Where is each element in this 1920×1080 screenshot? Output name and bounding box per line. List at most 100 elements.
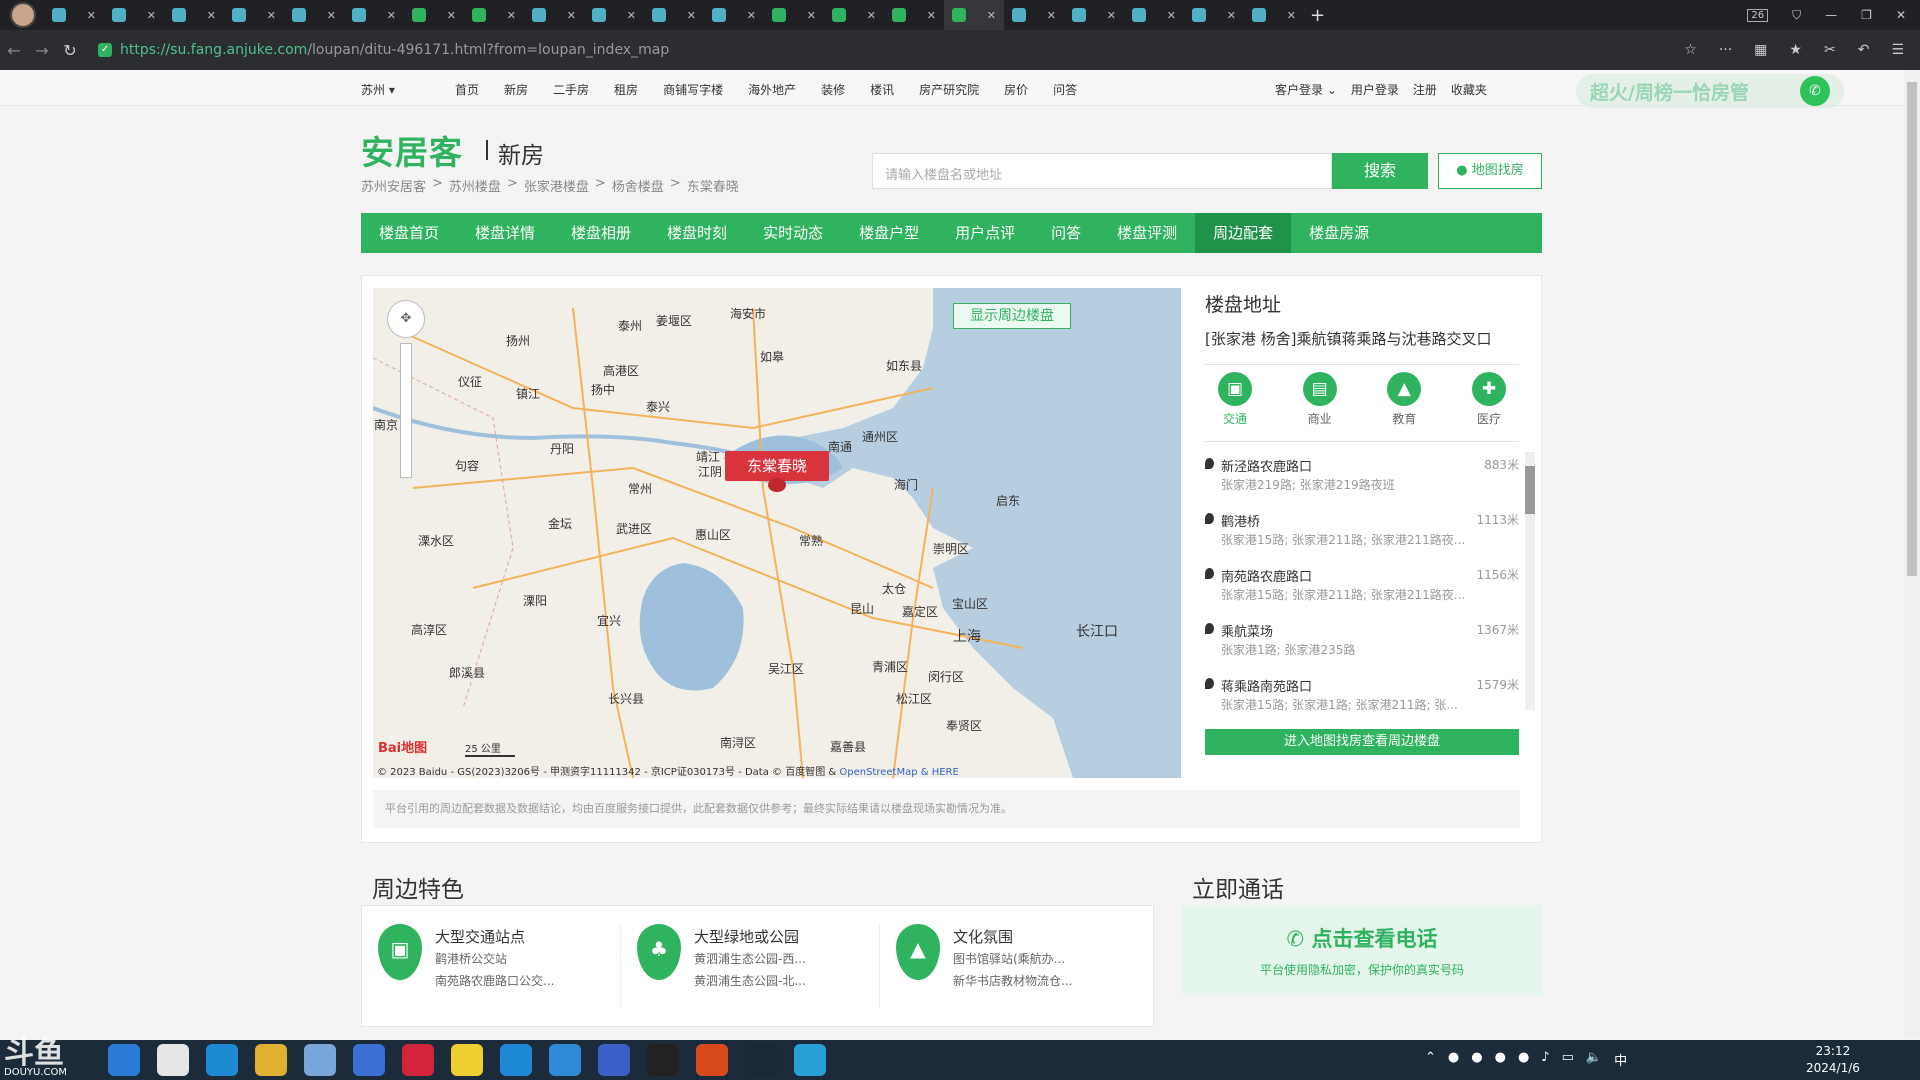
browser-tab[interactable]: ✕	[164, 0, 224, 30]
player-icon[interactable]	[451, 1044, 483, 1076]
close-icon[interactable]: ✕	[327, 9, 336, 22]
search-button[interactable]: 搜索	[1332, 153, 1428, 189]
top-nav-link[interactable]: 装修	[821, 81, 845, 98]
tray-app-icon[interactable]: ●	[1471, 1050, 1482, 1069]
breadcrumb-item[interactable]: 杨舍楼盘	[612, 176, 664, 195]
top-nav-link[interactable]: 海外地产	[748, 81, 796, 98]
close-window-icon[interactable]: ✕	[1896, 8, 1906, 22]
close-icon[interactable]: ✕	[567, 9, 576, 22]
map-find-button[interactable]: ● 地图找房	[1438, 153, 1542, 189]
minimize-icon[interactable]: —	[1825, 8, 1837, 22]
browser-tab[interactable]: ✕	[644, 0, 704, 30]
tab-property-moments[interactable]: 楼盘时刻	[649, 213, 745, 253]
close-icon[interactable]: ✕	[1107, 9, 1116, 22]
ime-indicator[interactable]: 中	[1614, 1050, 1627, 1069]
feature-card[interactable]: ▣ 大型交通站点 鹳港桥公交站 南苑路农鹿路口公交...	[362, 924, 621, 1008]
browser-tab[interactable]: ✕	[284, 0, 344, 30]
close-icon[interactable]: ✕	[927, 9, 936, 22]
microphone-icon[interactable]: ♪	[1541, 1050, 1549, 1069]
list-item[interactable]: 蒋乘路南苑路口 1579米 张家港15路; 张家港1路; 张家港211路; 张.…	[1205, 672, 1519, 714]
browser-tab[interactable]: ✕	[764, 0, 824, 30]
close-icon[interactable]: ✕	[807, 9, 816, 22]
close-icon[interactable]: ✕	[747, 9, 756, 22]
edge-icon[interactable]	[206, 1044, 238, 1076]
copyright-links[interactable]: OpenStreetMap & HERE	[839, 767, 958, 778]
city-selector[interactable]: 苏州 ▾	[361, 81, 395, 98]
notepad-icon[interactable]	[304, 1044, 336, 1076]
profile-avatar[interactable]	[10, 2, 36, 28]
breadcrumb-item[interactable]: 苏州楼盘	[449, 176, 501, 195]
close-icon[interactable]: ✕	[507, 9, 516, 22]
restore-icon[interactable]: ❐	[1861, 8, 1872, 22]
browser-tab[interactable]: ✕	[1124, 0, 1184, 30]
browser-tab[interactable]: ✕	[404, 0, 464, 30]
register-link[interactable]: 注册	[1413, 81, 1437, 98]
chevron-up-icon[interactable]: ⌃	[1425, 1050, 1436, 1069]
close-icon[interactable]: ✕	[447, 9, 456, 22]
reload-icon[interactable]: ↻	[56, 41, 84, 60]
browser-icon[interactable]	[500, 1044, 532, 1076]
show-nearby-button[interactable]: 显示周边楼盘	[953, 303, 1071, 329]
obs-icon[interactable]	[647, 1044, 679, 1076]
close-icon[interactable]: ✕	[87, 9, 96, 22]
close-icon[interactable]: ✕	[387, 9, 396, 22]
category-education[interactable]: ▲ 教育	[1386, 372, 1422, 427]
browser-tab[interactable]: ✕	[824, 0, 884, 30]
network-icon[interactable]: ▭	[1562, 1050, 1574, 1069]
top-nav-link[interactable]: 二手房	[553, 81, 589, 98]
menu-icon[interactable]: ☰	[1891, 42, 1904, 58]
browser-tab[interactable]: ✕	[584, 0, 644, 30]
map-pan-control[interactable]: ✥	[387, 300, 425, 338]
top-nav-link[interactable]: 楼讯	[870, 81, 894, 98]
new-tab-button[interactable]: +	[1310, 5, 1325, 26]
close-icon[interactable]: ✕	[1287, 9, 1296, 22]
close-icon[interactable]: ✕	[1167, 9, 1176, 22]
app-icon[interactable]	[353, 1044, 385, 1076]
undo-icon[interactable]: ↶	[1858, 42, 1870, 58]
breadcrumb-item[interactable]: 张家港楼盘	[524, 176, 589, 195]
tray-app-icon[interactable]: ●	[1448, 1050, 1459, 1069]
app-icon[interactable]	[794, 1044, 826, 1076]
page-scrollbar[interactable]	[1904, 70, 1920, 1038]
enter-map-button[interactable]: 进入地图找房查看周边楼盘	[1205, 729, 1519, 755]
browser-tab-active[interactable]: ✕	[944, 0, 1004, 30]
favorites-icon[interactable]: ★	[1789, 42, 1802, 58]
apps-grid-icon[interactable]: ▦	[1754, 42, 1767, 58]
tab-live-updates[interactable]: 实时动态	[745, 213, 841, 253]
tab-listings[interactable]: 楼盘房源	[1291, 213, 1387, 253]
category-commerce[interactable]: ▤ 商业	[1302, 372, 1338, 427]
browser-tab[interactable]: ✕	[1064, 0, 1124, 30]
top-nav-link[interactable]: 问答	[1053, 81, 1077, 98]
star-icon[interactable]: ☆	[1684, 42, 1697, 58]
tray-app-icon[interactable]: ●	[1495, 1050, 1506, 1069]
user-login-link[interactable]: 用户登录	[1351, 81, 1399, 98]
browser-tab[interactable]: ✕	[524, 0, 584, 30]
browser-tab[interactable]: ✕	[104, 0, 164, 30]
tab-qa[interactable]: 问答	[1033, 213, 1099, 253]
feature-card[interactable]: ♣ 大型绿地或公园 黄泗浦生态公园-西... 黄泗浦生态公园-北...	[621, 924, 880, 1008]
close-icon[interactable]: ✕	[267, 9, 276, 22]
browser-tab[interactable]: ✕	[1184, 0, 1244, 30]
close-icon[interactable]: ✕	[1047, 9, 1056, 22]
tab-user-reviews[interactable]: 用户点评	[937, 213, 1033, 253]
browser-tab[interactable]: ✕	[884, 0, 944, 30]
browser-tab[interactable]: ✕	[44, 0, 104, 30]
more-icon[interactable]: ···	[1719, 42, 1732, 58]
search-input[interactable]: 请输入楼盘名或地址	[872, 153, 1332, 189]
close-icon[interactable]: ✕	[987, 9, 996, 22]
music-app-icon[interactable]	[402, 1044, 434, 1076]
chrome-icon[interactable]	[157, 1044, 189, 1076]
category-medical[interactable]: ✚ 医疗	[1471, 372, 1507, 427]
list-item[interactable]: 乘航菜场 1367米 张家港1路; 张家港235路	[1205, 617, 1519, 672]
browser-tab[interactable]: ✕	[224, 0, 284, 30]
site-logo[interactable]: 安居客	[361, 126, 463, 174]
favorites-link[interactable]: 收藏夹	[1451, 81, 1487, 98]
browser-tab[interactable]: ✕	[1244, 0, 1304, 30]
poi-scrollbar-thumb[interactable]	[1525, 466, 1535, 514]
tab-surroundings[interactable]: 周边配套	[1195, 213, 1292, 253]
back-icon[interactable]: ←	[0, 41, 28, 60]
tab-property-album[interactable]: 楼盘相册	[553, 213, 649, 253]
feature-card[interactable]: ▲ 文化氛围 图书馆驿站(乘航办... 新华书店教材物流仓...	[880, 924, 1139, 1008]
app-icon[interactable]	[696, 1044, 728, 1076]
taskbar-clock[interactable]: 23:12 2024/1/6	[1806, 1043, 1860, 1077]
